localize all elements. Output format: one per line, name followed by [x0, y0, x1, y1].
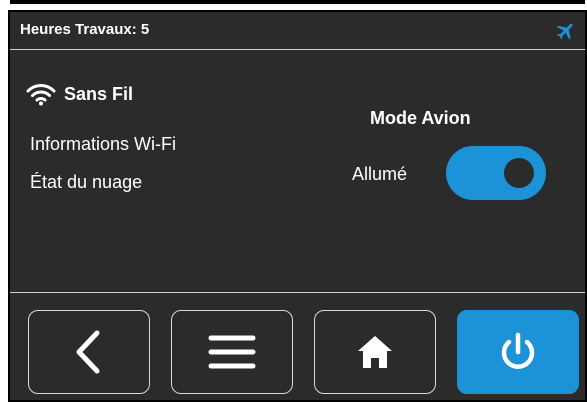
wifi-row[interactable]: Sans Fil — [26, 82, 133, 106]
back-button[interactable] — [28, 310, 150, 394]
chevron-left-icon — [76, 330, 100, 374]
airplane-mode-title: Mode Avion — [370, 108, 471, 128]
hamburger-icon — [208, 335, 256, 369]
airplane-icon — [556, 23, 573, 40]
footer-divider — [10, 292, 585, 293]
wifi-label: Sans Fil — [64, 83, 134, 104]
device-screen: Heures Travaux: 5 Sans Fil Informations … — [8, 10, 587, 402]
power-button[interactable] — [457, 310, 579, 394]
home-icon — [358, 336, 392, 368]
menu-item-cloud-status[interactable]: État du nuage — [30, 172, 142, 193]
menu-button[interactable] — [171, 310, 293, 394]
menu-item-wifi-info[interactable]: Informations Wi-Fi — [30, 134, 176, 155]
toggle-knob — [504, 158, 534, 188]
airplane-mode-state-label: Allumé — [352, 164, 408, 184]
work-hours-title: Heures Travaux: 5 — [20, 21, 150, 38]
power-icon — [501, 332, 535, 369]
home-button[interactable] — [314, 310, 436, 394]
wifi-icon — [26, 84, 56, 106]
airplane-mode-toggle[interactable] — [446, 146, 546, 200]
header-bar: Heures Travaux: 5 — [10, 12, 585, 50]
top-divider — [10, 0, 585, 4]
